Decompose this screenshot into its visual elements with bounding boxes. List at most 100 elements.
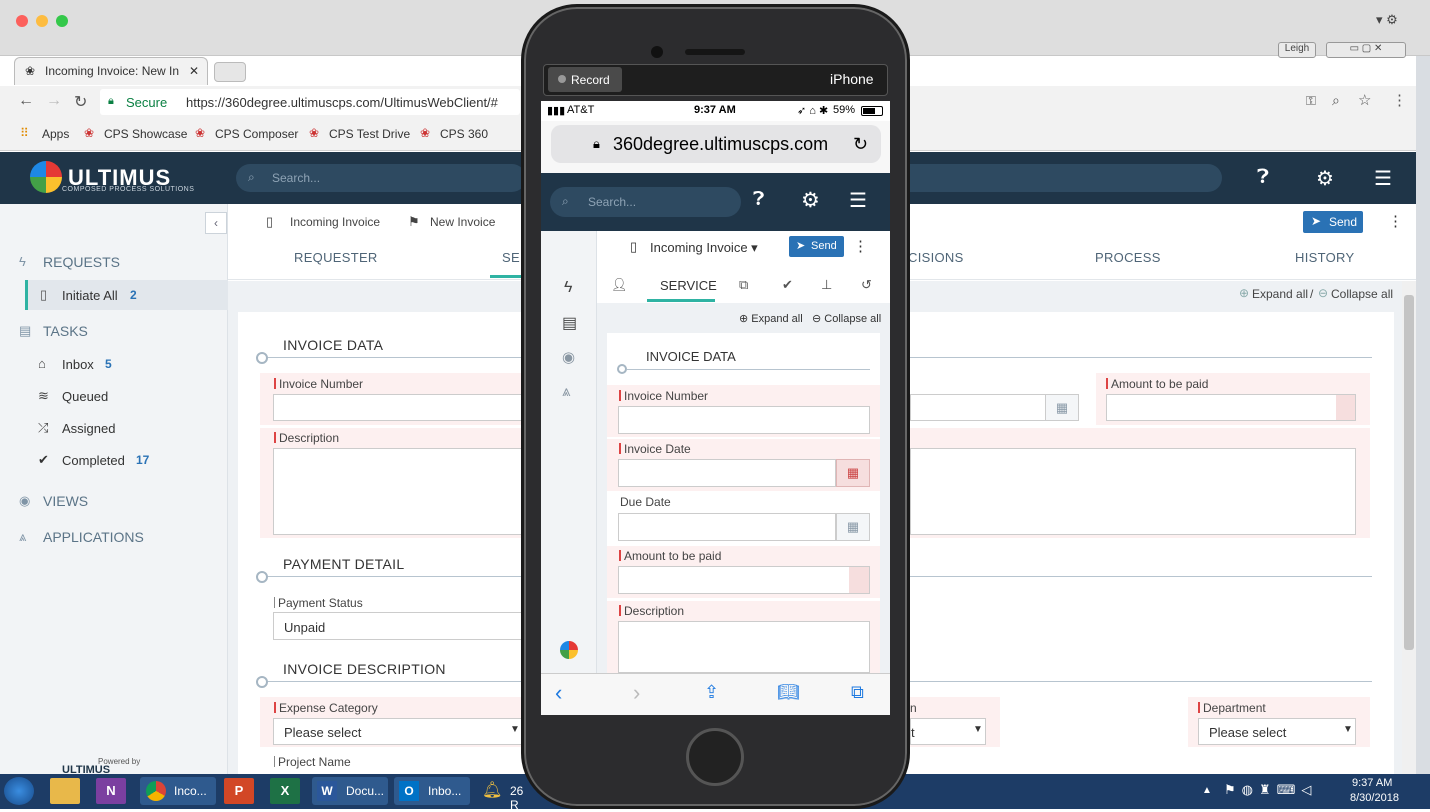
expense-category-select[interactable]: Please select ▼	[273, 718, 522, 745]
tasks-icon[interactable]: ▤	[562, 313, 577, 333]
share-icon[interactable]: ⇪	[704, 682, 719, 703]
browser-tab[interactable]: ❀ Incoming Invoice: New In ✕	[14, 57, 208, 85]
forward-icon[interactable]: →	[46, 92, 62, 110]
user-icon[interactable]: 👤︎	[611, 277, 628, 293]
excel-taskbar-icon[interactable]: X	[270, 778, 300, 804]
reload-icon[interactable]: ↻	[853, 134, 868, 155]
phone-amount-input[interactable]	[618, 566, 870, 594]
hierarchy-icon[interactable]: ⊥	[821, 277, 832, 293]
collapse-section-icon[interactable]	[256, 676, 268, 688]
phone-send-button[interactable]: ➤ Send	[789, 236, 844, 257]
maximize-window-button[interactable]	[56, 15, 68, 27]
phone-title[interactable]: Incoming Invoice ▾	[650, 240, 758, 256]
phone-invoice-date-input[interactable]	[618, 459, 836, 487]
help-icon[interactable]: ❓︎	[753, 189, 764, 211]
gear-icon[interactable]: ⚙	[801, 188, 820, 213]
system-tray-icons[interactable]: ⚑◍♜⌨◁	[1224, 782, 1317, 798]
sidebar-item-inbox[interactable]: Inbox	[62, 357, 94, 372]
sidebar-tasks[interactable]: TASKS	[43, 323, 88, 339]
phone-tab-service[interactable]: SERVICE	[660, 278, 717, 293]
amount-input[interactable]	[1106, 394, 1356, 421]
record-button[interactable]: Record	[548, 67, 622, 92]
tab-service[interactable]: SE	[502, 250, 520, 265]
key-icon[interactable]: ⚿	[1306, 93, 1316, 109]
tab-process[interactable]: PROCESS	[1095, 250, 1161, 265]
gear-icon[interactable]: ⚙	[1316, 166, 1334, 191]
sidebar-applications[interactable]: APPLICATIONS	[43, 529, 144, 545]
scrollbar-thumb[interactable]	[1404, 295, 1414, 650]
word-taskbar-button[interactable]: W Docu...	[312, 777, 388, 805]
tab-requester[interactable]: REQUESTER	[294, 250, 378, 265]
payment-status-field[interactable]: Unpaid	[273, 612, 522, 640]
more-menu-icon[interactable]: ⋮	[1392, 91, 1407, 109]
sidebar-item-completed[interactable]: Completed	[62, 453, 125, 468]
calendar-icon[interactable]: ▦	[836, 459, 870, 487]
collapse-section-icon[interactable]	[256, 571, 268, 583]
chrome-taskbar-button[interactable]: Inco...	[140, 777, 216, 805]
search-input-extension[interactable]	[910, 164, 1222, 192]
department-select[interactable]: Please select ▼	[1198, 718, 1356, 745]
outlook-taskbar-button[interactable]: O Inbo...	[394, 777, 470, 805]
onenote-taskbar-icon[interactable]: N	[96, 778, 126, 804]
start-button[interactable]	[4, 777, 34, 805]
calendar-icon[interactable]: ▦	[836, 513, 870, 541]
collapse-all-link[interactable]: Collapse all	[1331, 287, 1393, 301]
sidebar-views[interactable]: VIEWS	[43, 493, 88, 509]
forward-icon[interactable]: ›	[633, 680, 640, 706]
invoice-number-input[interactable]	[273, 394, 522, 421]
expand-all-link[interactable]: Expand all	[1252, 287, 1308, 301]
back-icon[interactable]: ←	[18, 92, 34, 110]
copy-icon[interactable]: ⧉	[739, 277, 748, 293]
bookmark-apps[interactable]: Apps	[42, 127, 69, 141]
applications-icon[interactable]: ⩓	[562, 383, 570, 400]
partial-select[interactable]: t ▼	[910, 718, 986, 745]
bookmark-cps-composer[interactable]: CPS Composer	[215, 127, 298, 141]
description-textarea-right[interactable]	[910, 448, 1356, 535]
tray-expand-icon[interactable]: ▲	[1202, 785, 1212, 796]
notification-taskbar-button[interactable]: 🔔︎ 26 R	[476, 777, 523, 812]
due-date-input[interactable]	[910, 394, 1046, 421]
collapse-sidebar-button[interactable]: ‹	[205, 212, 227, 234]
phone-url-field[interactable]: 🔒︎ 360degree.ultimuscps.com ↻	[551, 125, 881, 163]
send-button[interactable]: ➤ Send	[1303, 211, 1363, 233]
powerpoint-taskbar-icon[interactable]: P	[224, 778, 254, 804]
help-icon[interactable]: ❓︎	[1257, 166, 1269, 189]
breadcrumb-new-invoice[interactable]: New Invoice	[430, 215, 495, 229]
phone-collapse-all[interactable]: ⊖ Collapse all	[812, 312, 881, 325]
search-input[interactable]: ⌕ Search...	[236, 164, 526, 192]
sidebar-item-assigned[interactable]: Assigned	[62, 421, 115, 436]
close-tab-icon[interactable]: ✕	[189, 64, 199, 78]
sidebar-item-initiate-all[interactable]	[25, 280, 228, 310]
history-icon[interactable]: ↺	[861, 277, 872, 293]
collapse-section-icon[interactable]	[617, 364, 627, 374]
check-icon[interactable]: ✔	[782, 277, 793, 293]
more-options-icon[interactable]: ⋮	[853, 237, 868, 255]
phone-description-textarea[interactable]	[618, 621, 870, 673]
zoom-icon[interactable]: ⌕	[1332, 92, 1340, 109]
window-controls[interactable]: ▭ ▢ ✕	[1326, 42, 1406, 58]
sidebar-item-queued[interactable]: Queued	[62, 389, 108, 404]
collapse-section-icon[interactable]	[256, 352, 268, 364]
bookmark-cps-showcase[interactable]: CPS Showcase	[104, 127, 187, 141]
url-field[interactable]: 🔒︎ Secure https://360degree.ultimuscps.c…	[100, 89, 520, 115]
menu-chevron-icon[interactable]: ▾ ⚙	[1376, 12, 1398, 28]
close-window-button[interactable]	[16, 15, 28, 27]
bolt-icon[interactable]: ϟ	[564, 279, 572, 297]
back-icon[interactable]: ‹	[555, 680, 562, 706]
phone-search-input[interactable]: ⌕ Search...	[550, 187, 741, 217]
sidebar-requests[interactable]: REQUESTS	[43, 254, 120, 270]
breadcrumb-incoming-invoice[interactable]: Incoming Invoice	[290, 215, 380, 229]
bookmark-star-icon[interactable]: ☆	[1358, 91, 1371, 109]
eye-icon[interactable]: ◉	[562, 348, 575, 366]
phone-due-date-input[interactable]	[618, 513, 836, 541]
calendar-icon[interactable]: ▦	[1045, 394, 1079, 421]
menu-list-icon[interactable]: ☰	[1374, 166, 1392, 191]
bookmarks-icon[interactable]: 📖︎	[777, 682, 800, 703]
minimize-window-button[interactable]	[36, 15, 48, 27]
home-button[interactable]	[686, 728, 744, 786]
user-profile-button[interactable]: Leigh	[1278, 42, 1316, 58]
new-tab-button[interactable]	[214, 62, 246, 82]
phone-expand-all[interactable]: ⊕ Expand all	[739, 312, 803, 325]
explorer-taskbar-icon[interactable]	[50, 778, 80, 804]
menu-list-icon[interactable]: ☰	[849, 188, 867, 213]
